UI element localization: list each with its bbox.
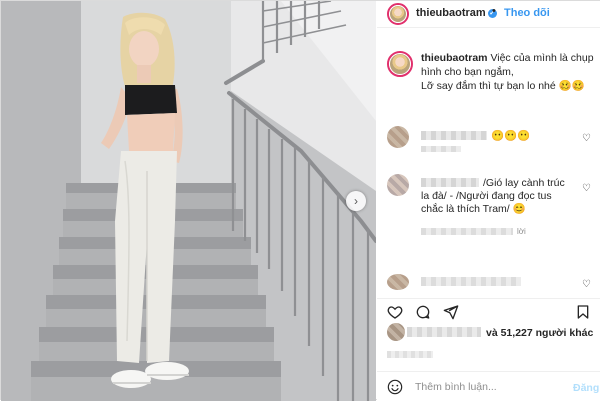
author-username: thieubaotram [416,7,486,19]
reply-button[interactable]: lời [517,227,526,236]
comment-like-heart-icon[interactable]: ♡ [582,184,592,194]
post-actions-bar [377,298,600,322]
commenter-avatar[interactable] [387,126,409,148]
comment-item: ♡ [377,274,600,294]
instagram-post: › thieubaotram ✓ • Theo dõi thieubaotram … [0,0,600,401]
liker-avatar [387,323,405,341]
comment-input[interactable] [415,379,565,395]
header-separator: • [492,5,496,17]
emoji-icon[interactable] [387,379,403,395]
post-photo[interactable]: › [1,1,376,401]
comment-like-heart-icon[interactable]: ♡ [582,134,592,144]
post-comment-button[interactable]: Đăng [573,382,599,394]
photo-illustration [1,1,376,401]
next-photo-button[interactable]: › [346,191,366,211]
likes-summary[interactable]: và 51,227 người khác [387,323,599,343]
comment-meta-blurred [421,146,461,152]
post-date-blurred [387,351,433,358]
comment-meta-blurred [421,228,513,235]
follow-button[interactable]: Theo dõi [504,7,550,19]
liker-username-blurred [407,327,481,337]
comment-like-heart-icon[interactable]: ♡ [582,280,592,290]
heart-icon[interactable] [387,304,403,320]
caption-line-2: Lỡ say đắm thì tự bạn lo nhé 🥴🥴 [421,80,585,92]
commenter-avatar[interactable] [387,174,409,196]
commenter-username-blurred[interactable] [421,131,487,140]
comment-text-blurred [421,277,521,286]
author-avatar[interactable] [387,3,409,25]
comment-item: /Gió lay cành trúc la đà/ - /Người đang … [377,174,600,254]
caption-text: thieubaotram Việc của mình là chụp hình … [421,51,597,93]
comment-icon[interactable] [415,304,431,320]
caption-username[interactable]: thieubaotram [421,52,488,64]
comment-text: 😶😶😶 [421,130,571,143]
likes-count-text: và 51,227 người khác [486,327,594,339]
chevron-right-icon: › [354,194,358,208]
post-side-panel: thieubaotram ✓ • Theo dõi thieubaotram Vi… [377,1,600,401]
post-header: thieubaotram ✓ • Theo dõi [377,1,600,28]
add-comment-bar: Đăng [377,371,600,401]
comment-body: 😶😶😶 [491,130,531,142]
caption-author-avatar[interactable] [387,51,413,77]
comment-text: /Gió lay cành trúc la đà/ - /Người đang … [421,177,571,216]
bookmark-icon[interactable] [575,304,591,320]
share-icon[interactable] [443,304,459,320]
commenter-avatar[interactable] [387,274,409,290]
comment-item: 😶😶😶 ♡ [377,126,600,152]
commenter-username-blurred[interactable] [421,178,479,187]
author-username-link[interactable]: thieubaotram ✓ [416,7,497,19]
